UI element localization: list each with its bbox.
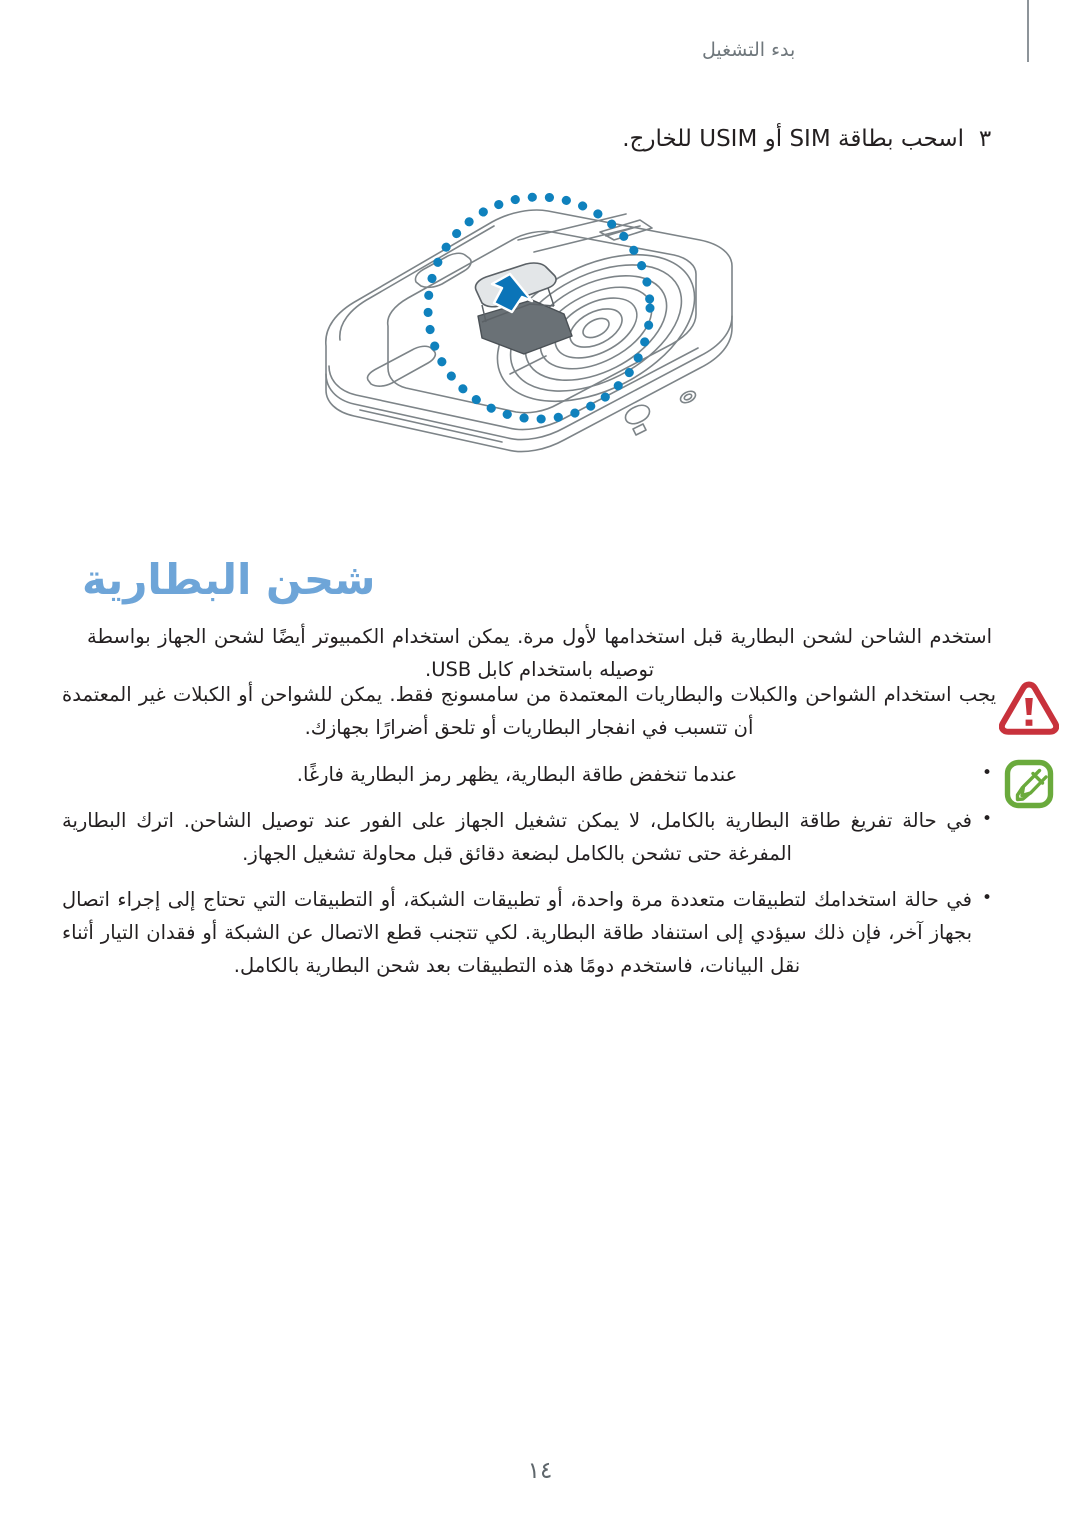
header-divider-rule [1027, 0, 1029, 62]
note-icon-slot [996, 756, 1062, 810]
section-heading: شحن البطارية [82, 555, 376, 605]
step-text: اسحب بطاقة SIM أو USIM للخارج. [622, 126, 964, 152]
list-item: في حالة تفريغ طاقة البطارية بالكامل، لا … [62, 803, 996, 870]
page-number: ١٤ [527, 1458, 553, 1484]
warning-triangle-icon [999, 681, 1059, 735]
manual-page: بدء التشغيل ٣ اسحب بطاقة SIM أو USIM للخ… [0, 0, 1080, 1527]
note-callout: عندما تنخفض طاقة البطارية، يظهر رمز البط… [62, 756, 1062, 982]
running-header-title: بدء التشغيل [702, 39, 796, 61]
sim-card-removal-illustration [296, 178, 766, 468]
note-bullet-list: عندما تنخفض طاقة البطارية، يظهر رمز البط… [62, 757, 996, 982]
warning-callout: يجب استخدام الشواحن والكبلات والبطاريات … [62, 678, 1062, 744]
note-text-body: عندما تنخفض طاقة البطارية، يظهر رمز البط… [62, 756, 996, 982]
step-instruction: ٣ اسحب بطاقة SIM أو USIM للخارج. [82, 122, 1002, 156]
step-number: ٣ [978, 126, 992, 152]
list-item: في حالة استخدامك لتطبيقات متعددة مرة واح… [62, 882, 996, 982]
list-item: عندما تنخفض طاقة البطارية، يظهر رمز البط… [62, 757, 996, 791]
warning-icon-slot [996, 678, 1062, 736]
note-pencil-icon [1004, 759, 1054, 809]
warning-text: يجب استخدام الشواحن والكبلات والبطاريات … [62, 683, 996, 739]
section-intro-paragraph: استخدم الشاحن لشحن البطارية قبل استخدامه… [87, 624, 992, 681]
